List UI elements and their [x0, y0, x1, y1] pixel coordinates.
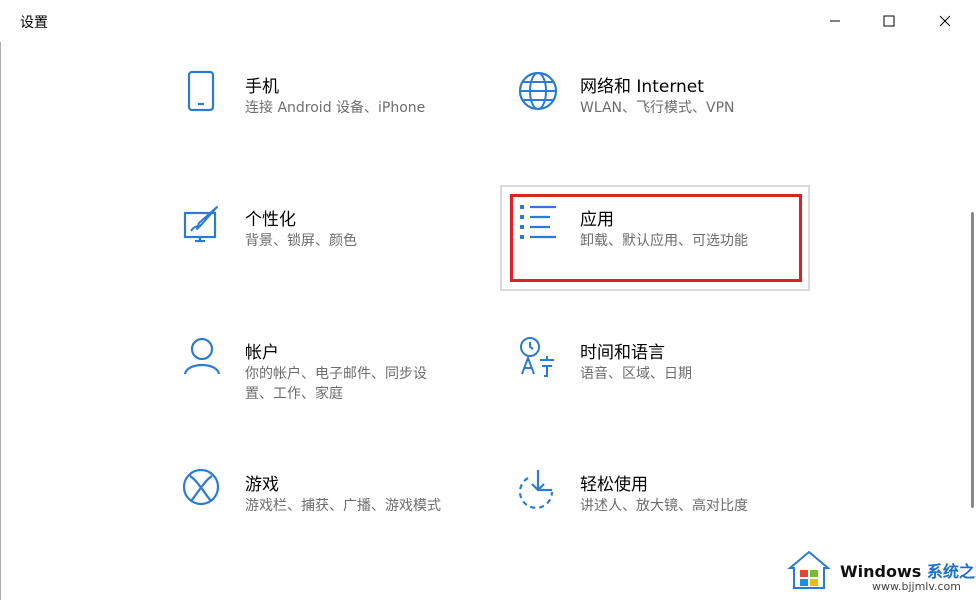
apps-list-icon: [518, 203, 558, 247]
phone-icon: [183, 70, 223, 114]
tile-desc: 背景、锁屏、颜色: [245, 233, 357, 249]
tile-title: 轻松使用: [580, 475, 648, 495]
watermark-title: Windows 系统之家: [840, 558, 976, 582]
tile-desc: 讲述人、放大镜、高对比度: [580, 498, 748, 514]
tile-desc: 你的帐户、电子邮件、同步设 置、工作、家庭: [245, 364, 427, 404]
close-icon: [939, 15, 951, 27]
globe-icon: [518, 70, 558, 114]
maximize-button[interactable]: [866, 0, 912, 42]
tile-apps[interactable]: 应用 卸载、默认应用、可选功能: [518, 203, 818, 283]
tile-title: 个性化: [245, 210, 296, 230]
xbox-icon: [182, 468, 223, 512]
tile-title: 时间和语言: [580, 343, 665, 363]
minimize-button[interactable]: [812, 0, 858, 42]
watermark-title-en: Windows: [840, 562, 922, 581]
tile-title: 网络和 Internet: [580, 77, 704, 97]
tile-personalization[interactable]: 个性化 背景、锁屏、颜色: [183, 203, 483, 283]
ease-of-access-icon: [518, 468, 558, 512]
scrollbar[interactable]: [968, 42, 976, 582]
tile-desc: 游戏栏、捕获、广播、游戏模式: [245, 498, 441, 514]
tile-time-language[interactable]: 时间和语言 语音、区域、日期: [518, 336, 818, 416]
window-edge: [0, 42, 1, 600]
person-icon: [183, 336, 223, 380]
tile-title: 游戏: [245, 475, 279, 495]
tile-title: 帐户: [245, 343, 279, 363]
tile-desc: 卸载、默认应用、可选功能: [580, 233, 748, 249]
tile-network[interactable]: 网络和 Internet WLAN、飞行模式、VPN: [518, 70, 818, 150]
close-button[interactable]: [922, 0, 968, 42]
maximize-icon: [883, 15, 895, 27]
paint-icon: [183, 203, 223, 247]
tile-phone[interactable]: 手机 连接 Android 设备、iPhone: [183, 70, 483, 150]
tile-desc-line: 置、工作、家庭: [245, 386, 343, 402]
time-language-icon: [518, 336, 558, 380]
tile-desc: 连接 Android 设备、iPhone: [245, 100, 426, 116]
title-bar: 设置: [0, 0, 976, 42]
watermark-url: www.bjjmlv.com: [872, 580, 961, 593]
tile-desc: WLAN、飞行模式、VPN: [580, 100, 735, 116]
tile-ease-of-access[interactable]: 轻松使用 讲述人、放大镜、高对比度: [518, 468, 818, 548]
minimize-icon: [830, 20, 840, 22]
watermark: Windows 系统之家 www.bjjmlv.com: [786, 548, 976, 600]
window-title: 设置: [20, 15, 48, 31]
tile-gaming[interactable]: 游戏 游戏栏、捕获、广播、游戏模式: [182, 468, 483, 548]
tile-title: 手机: [245, 77, 279, 97]
scroll-thumb[interactable]: [971, 212, 974, 508]
watermark-title-cn: 系统之家: [926, 562, 976, 581]
tile-title: 应用: [580, 210, 614, 230]
tile-accounts[interactable]: 帐户 你的帐户、电子邮件、同步设 置、工作、家庭: [183, 336, 483, 416]
tile-desc-line: 你的帐户、电子邮件、同步设: [245, 366, 427, 382]
tile-desc: 语音、区域、日期: [580, 366, 692, 382]
windows-logo-icon: [786, 548, 832, 594]
